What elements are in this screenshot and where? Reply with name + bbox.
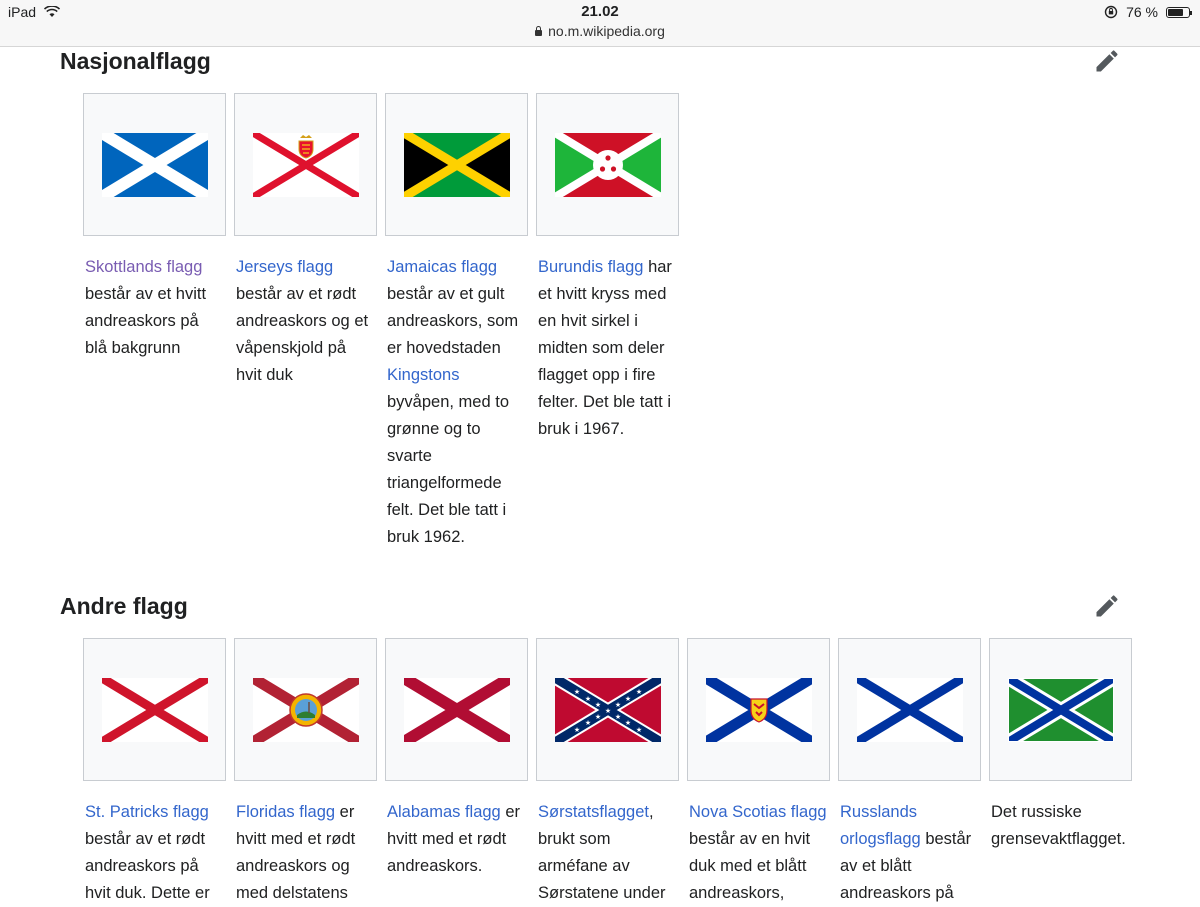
- scotland-flag: [101, 132, 208, 197]
- gallery-item: Skottlands flagg består av et hvitt andr…: [83, 93, 234, 551]
- jamaica-flag: [403, 132, 510, 197]
- nova-scotia-flag-thumb[interactable]: [687, 638, 830, 781]
- alabama-flag: [403, 677, 510, 742]
- lock-icon: [535, 26, 543, 36]
- edit-pencil-icon[interactable]: [1093, 592, 1121, 620]
- st-patricks-flag-thumb[interactable]: [83, 638, 226, 781]
- svg-text:★: ★: [573, 688, 579, 696]
- caption: Burundis flagg har et hvitt kryss med en…: [536, 254, 678, 443]
- caption-link[interactable]: Nova Scotias flagg: [689, 803, 827, 821]
- caption: Russlands orlogsflagg består av et blått…: [838, 799, 980, 907]
- gallery-item: Floridas flagg er hvitt med et rødt andr…: [234, 638, 385, 907]
- gallery-item: Jamaicas flagg består av et gult andreas…: [385, 93, 536, 551]
- svg-text:★: ★: [624, 695, 630, 703]
- battery-icon: [1166, 6, 1192, 18]
- florida-flag: [252, 677, 359, 742]
- jersey-flag: [252, 132, 359, 197]
- russian-naval-flag-thumb[interactable]: [838, 638, 981, 781]
- st-patricks-flag: [101, 677, 208, 742]
- caption-text: består av en hvit duk med et blått andre…: [689, 830, 811, 902]
- caption-link[interactable]: Jamaicas flagg: [387, 258, 497, 276]
- svg-text:★: ★: [635, 688, 641, 696]
- caption: Jamaicas flagg består av et gult andreas…: [385, 254, 527, 551]
- caption-text: har et hvitt kryss med en hvit sirkel i …: [538, 258, 672, 438]
- svg-text:★: ★: [573, 726, 579, 734]
- caption-link-kingstons[interactable]: Kingstons: [387, 366, 459, 384]
- svg-text:★: ★: [635, 726, 641, 734]
- jamaica-flag-thumb[interactable]: [385, 93, 528, 236]
- caption-link[interactable]: St. Patricks flagg: [85, 803, 209, 821]
- svg-text:★: ★: [604, 707, 610, 715]
- gallery-item: ★ ★ ★ ★ ★ ★ ★ ★ ★ ★ ★ ★ ★ Sørstatsflagget, bru…: [536, 638, 687, 907]
- burundi-flag: [554, 132, 661, 197]
- scotland-flag-thumb[interactable]: [83, 93, 226, 236]
- caption-text: består av et rødt andreaskors på hvit du…: [85, 830, 210, 902]
- russian-border-guard-flag: [1007, 677, 1114, 742]
- gallery-item: Det russiske grensevaktflagget.: [989, 638, 1140, 907]
- browser-status-bar: iPad 21.02 76 % no.m.wikipedia.org: [0, 0, 1200, 47]
- svg-text:★: ★: [584, 695, 590, 703]
- caption-link[interactable]: Jerseys flagg: [236, 258, 333, 276]
- status-time: 21.02: [581, 3, 619, 20]
- caption-text: består av et rødt andreaskors og et våpe…: [236, 285, 369, 384]
- caption: Jerseys flagg består av et rødt andreask…: [234, 254, 376, 389]
- url-text: no.m.wikipedia.org: [548, 23, 665, 39]
- russian-naval-flag: [856, 677, 963, 742]
- gallery-andre-flagg: St. Patricks flagg består av et rødt and…: [83, 638, 1140, 907]
- caption-link[interactable]: Skottlands flagg: [85, 258, 202, 276]
- svg-text:★: ★: [594, 713, 600, 721]
- caption: Alabamas flagg er hvitt med et rødt andr…: [385, 799, 527, 880]
- caption: Floridas flagg er hvitt med et rødt andr…: [234, 799, 376, 907]
- section-heading-andre-flagg: Andre flagg: [60, 593, 188, 619]
- status-right: 76 %: [1104, 4, 1192, 20]
- gallery-item: Burundis flagg har et hvitt kryss med en…: [536, 93, 687, 551]
- gallery-item: St. Patricks flagg består av et rødt and…: [83, 638, 234, 907]
- svg-text:★: ★: [594, 701, 600, 709]
- burundi-flag-thumb[interactable]: [536, 93, 679, 236]
- edit-pencil-icon[interactable]: [1093, 47, 1121, 75]
- svg-text:★: ★: [624, 719, 630, 727]
- caption-text: Det russiske grensevaktflagget.: [991, 803, 1126, 848]
- caption: St. Patricks flagg består av et rødt and…: [83, 799, 225, 907]
- caption: Skottlands flagg består av et hvitt andr…: [83, 254, 225, 362]
- svg-text:★: ★: [614, 713, 620, 721]
- caption-link[interactable]: Floridas flagg: [236, 803, 335, 821]
- florida-flag-thumb[interactable]: [234, 638, 377, 781]
- alabama-flag-thumb[interactable]: [385, 638, 528, 781]
- caption-link[interactable]: Alabamas flagg: [387, 803, 501, 821]
- nova-scotia-flag: [705, 677, 812, 742]
- caption-text: byvåpen, med to grønne og to svarte tria…: [387, 393, 509, 546]
- gallery-item: Alabamas flagg er hvitt med et rødt andr…: [385, 638, 536, 907]
- caption-link[interactable]: Burundis flagg: [538, 258, 644, 276]
- jersey-flag-thumb[interactable]: [234, 93, 377, 236]
- gallery-nasjonalflagg: Skottlands flagg består av et hvitt andr…: [83, 93, 687, 551]
- caption: Det russiske grensevaktflagget.: [989, 799, 1131, 853]
- caption-text: består av et hvitt andreaskors på blå ba…: [85, 285, 207, 357]
- confederate-flag: ★ ★ ★ ★ ★ ★ ★ ★ ★ ★ ★ ★ ★: [554, 677, 661, 742]
- battery-percent: 76 %: [1126, 4, 1158, 20]
- gallery-item: Russlands orlogsflagg består av et blått…: [838, 638, 989, 907]
- caption: Nova Scotias flagg består av en hvit duk…: [687, 799, 829, 907]
- caption-link[interactable]: Russlands orlogsflagg: [840, 803, 921, 848]
- confederate-flag-thumb[interactable]: ★ ★ ★ ★ ★ ★ ★ ★ ★ ★ ★ ★ ★: [536, 638, 679, 781]
- caption-text: består av et gult andreaskors, som er ho…: [387, 285, 519, 357]
- gallery-item: Nova Scotias flagg består av en hvit duk…: [687, 638, 838, 907]
- url-bar[interactable]: no.m.wikipedia.org: [0, 23, 1200, 39]
- orientation-lock-icon: [1104, 5, 1118, 19]
- gallery-item: Jerseys flagg består av et rødt andreask…: [234, 93, 385, 551]
- svg-text:★: ★: [584, 719, 590, 727]
- caption: Sørstatsflagget, brukt som arméfane av S…: [536, 799, 678, 907]
- section-heading-nasjonalflagg: Nasjonalflagg: [60, 48, 211, 74]
- caption-link[interactable]: Sørstatsflagget: [538, 803, 649, 821]
- svg-text:★: ★: [614, 701, 620, 709]
- russian-border-guard-flag-thumb[interactable]: [989, 638, 1132, 781]
